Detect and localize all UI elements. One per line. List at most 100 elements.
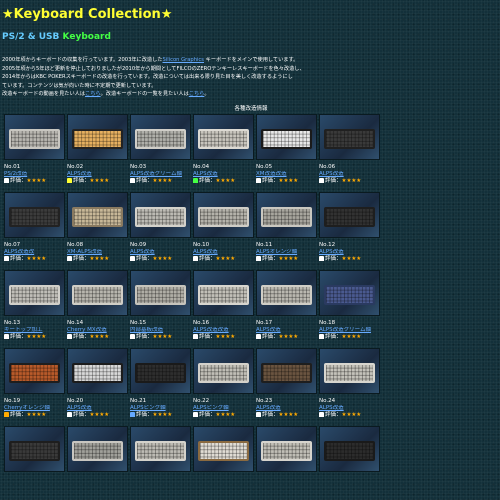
keyboard-caption: No.09 ALPS改造 評価：★★★★ (130, 238, 191, 270)
rating: 評価：★★★★ (193, 411, 254, 419)
rating-stars: ★★★★ (26, 177, 47, 184)
caption-row: No.07 ALPS改造改 評価：★★★★ No.08 XM-ALPS改造 評価：★★★★… (4, 238, 380, 270)
keyboard-name-link[interactable]: ALPS改造 (319, 249, 380, 256)
keyboard-cell (130, 269, 191, 316)
person-icon (193, 411, 198, 417)
keyboard-thumbnail[interactable] (67, 191, 128, 238)
person-icon (256, 255, 261, 261)
video-link[interactable]: こちら (85, 91, 101, 97)
person-icon (256, 177, 261, 183)
rating-label: 評価： (199, 411, 216, 418)
keyboard-thumbnail[interactable] (130, 425, 191, 472)
keyboard-thumbnail[interactable] (4, 269, 65, 316)
keyboard-name-link[interactable]: ALPS改造 (130, 249, 191, 256)
keyboard-thumbnail[interactable] (130, 269, 191, 316)
keyboard-name-link[interactable]: ALPS改造 (193, 249, 254, 256)
keyboard-name-link[interactable]: ALPS改造 (193, 171, 254, 178)
keyboard-name-link[interactable]: ALPS改造 (256, 405, 317, 412)
keyboard-thumbnail[interactable] (319, 191, 380, 238)
rating: 評価：★★★★ (319, 333, 380, 341)
keyboard-name-link[interactable]: ALPS改造改 (4, 249, 65, 256)
rating-stars: ★★★★ (26, 333, 47, 340)
keyboard-cell (193, 191, 254, 238)
keyboard-thumbnail[interactable] (130, 113, 191, 160)
keyboard-name-link[interactable]: PS/2改造 (4, 171, 65, 178)
keyboard-name-link[interactable]: ALPS改造クリーム軸 (319, 327, 380, 334)
keyboard-thumbnail[interactable] (4, 191, 65, 238)
intro-line-3: 2014年からはKBC POKERスキーボードの改造を行っています。改造について… (2, 74, 293, 81)
keyboard-name-link[interactable]: 内部基板改造 (130, 327, 191, 334)
rating-label: 評価： (73, 177, 90, 184)
keyboard-thumbnail[interactable] (4, 113, 65, 160)
person-icon (67, 255, 72, 261)
keyboard-name-link[interactable]: ALPS改造改造 (193, 327, 254, 334)
silicon-graphics-link[interactable]: Silicon Graphics (163, 57, 205, 63)
keyboard-thumbnail[interactable] (67, 113, 128, 160)
keyboard-thumbnail[interactable] (193, 347, 254, 394)
rating-stars: ★★★★ (341, 255, 362, 262)
keyboard-name-link[interactable]: ALPSピンク軸 (193, 405, 254, 412)
keyboard-cell (256, 269, 317, 316)
keyboard-name-link[interactable]: ALPS改造 (256, 327, 317, 334)
keyboard-caption: No.03 ALPS改造クリーム軸 評価：★★★★ (130, 160, 191, 192)
keyboard-thumbnail[interactable] (319, 425, 380, 472)
keyboard-thumbnail[interactable] (193, 113, 254, 160)
keyboard-thumbnail[interactable] (193, 269, 254, 316)
keyboard-keys (137, 442, 184, 459)
keyboard-thumbnail[interactable] (256, 191, 317, 238)
keyboard-thumbnail[interactable] (193, 425, 254, 472)
keyboard-name-link[interactable]: ALPS改造 (67, 405, 128, 412)
keyboard-keys (11, 130, 58, 147)
keyboard-keys (263, 364, 310, 381)
list-link[interactable]: こちら (189, 91, 205, 97)
keyboard-thumbnail[interactable] (256, 425, 317, 472)
keyboard-cell (319, 347, 380, 394)
keyboard-name-link[interactable]: XM改造改造 (256, 171, 317, 178)
keyboard-name-link[interactable]: Cherry MX改造 (67, 327, 128, 334)
keyboard-thumbnail[interactable] (256, 113, 317, 160)
keyboard-thumbnail[interactable] (67, 425, 128, 472)
keyboard-caption: No.15 内部基板改造 評価：★★★★ (130, 316, 191, 348)
keyboard-name-link[interactable]: XM-ALPS改造 (67, 249, 128, 256)
keyboard-name-link[interactable]: Cherryオレンジ軸 (4, 405, 65, 412)
keyboard-thumbnail[interactable] (4, 347, 65, 394)
rating-stars: ★★★★ (215, 333, 236, 340)
keyboard-name-link[interactable]: ALPS改造 (67, 171, 128, 178)
rating-label: 評価： (136, 333, 153, 340)
keyboard-name-link[interactable]: ALPS改造 (319, 171, 380, 178)
keyboard-name-link[interactable]: キートップ加工 (4, 327, 65, 334)
keyboard-thumbnail[interactable] (67, 269, 128, 316)
keyboard-name-link[interactable]: ALPSピンク軸 (130, 405, 191, 412)
intro-line-4: ています。コンテンツは気が向いた時に不定期で更新しています。 (2, 82, 157, 89)
rating-stars: ★★★★ (278, 333, 299, 340)
keyboard-keys (263, 130, 310, 147)
rating-label: 評価： (199, 255, 216, 262)
caption-block: No.22 ALPSピンク軸 評価：★★★★ (193, 394, 254, 426)
keyboard-keys (74, 208, 121, 225)
keyboard-name-link[interactable]: ALPS改造クリーム軸 (130, 171, 191, 178)
rating-label: 評価： (10, 411, 27, 418)
keyboard-name-link[interactable]: ALPS改造 (319, 405, 380, 412)
keyboard-thumbnail[interactable] (319, 347, 380, 394)
caption-row: No.01 PS/2改造 評価：★★★★ No.02 ALPS改造 評価：★★★★ No.0… (4, 160, 380, 192)
subtitle-ps2-usb: PS/2 & USB (2, 32, 60, 42)
keyboard-thumbnail[interactable] (193, 191, 254, 238)
keyboard-thumbnail[interactable] (4, 425, 65, 472)
keyboard-thumbnail[interactable] (256, 269, 317, 316)
keyboard-thumbnail[interactable] (67, 347, 128, 394)
keyboard-thumbnail[interactable] (319, 113, 380, 160)
keyboard-cell (256, 347, 317, 394)
keyboard-caption: No.17 ALPS改造 評価：★★★★ (256, 316, 317, 348)
rating-label: 評価： (325, 333, 342, 340)
keyboard-name-link[interactable]: ALPSオレンジ軸 (256, 249, 317, 256)
keyboard-thumbnail[interactable] (319, 269, 380, 316)
rating-label: 評価： (136, 255, 153, 262)
keyboard-thumbnail[interactable] (130, 191, 191, 238)
keyboard-number: No.14 (67, 319, 84, 326)
keyboard-cell (319, 269, 380, 316)
rating-label: 評価： (262, 255, 279, 262)
keyboard-number: No.04 (193, 163, 210, 170)
keyboard-thumbnail[interactable] (256, 347, 317, 394)
thumbnail-row (4, 425, 380, 472)
keyboard-thumbnail[interactable] (130, 347, 191, 394)
